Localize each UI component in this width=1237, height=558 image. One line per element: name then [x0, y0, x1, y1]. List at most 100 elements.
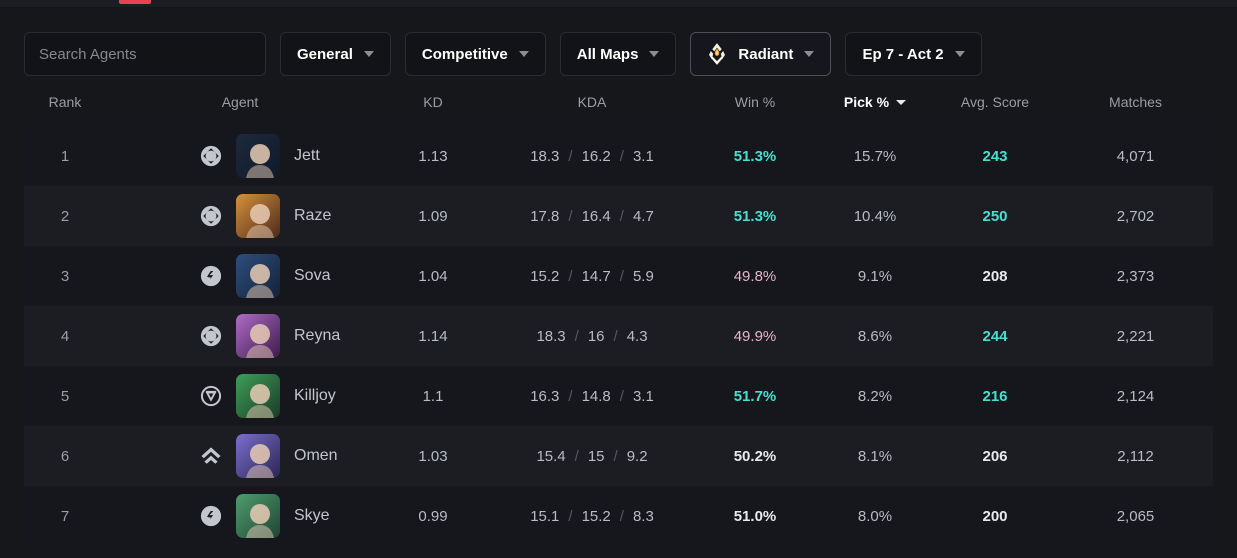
cell-pick-percent: 8.6% [857, 327, 893, 345]
cell-agent[interactable]: Sova [106, 246, 374, 306]
cell-agent[interactable]: Killjoy [106, 366, 374, 426]
column-header-agent[interactable]: Agent [106, 94, 374, 126]
cell-avg-score: 206 [982, 447, 1008, 465]
column-header-label: Pick % [843, 94, 890, 110]
table-header-row: Rank Agent KD KDA Win % Pick % Avg. Score Match… [24, 94, 1213, 126]
cell-kda: 18.3 / 16.2 / 3.1 [492, 126, 692, 186]
duelist-role-icon [200, 145, 222, 167]
filter-dropdown-label: All Maps [576, 45, 639, 63]
kda-kills: 16.3 [530, 387, 560, 405]
sort-desc-caret-icon[interactable] [896, 99, 907, 105]
table-row[interactable]: 1 Jett 1.13 18.3 / 16.2 / 3.1 51.3% 15.7% 243 4,071 [24, 126, 1213, 186]
cell-rank: 7 [60, 507, 70, 525]
table-row[interactable]: 4 Reyna 1.14 18.3 / 16 / 4.3 49.9% 8.6% 244 2,221 [24, 306, 1213, 366]
column-header-label: Matches [1109, 94, 1162, 110]
kda-kills: 18.3 [530, 147, 560, 165]
column-header-kda[interactable]: KDA [492, 94, 692, 126]
cell-pick-percent: 9.1% [857, 267, 893, 285]
kda-separator: / [568, 147, 573, 165]
cell-agent[interactable]: Jett [106, 126, 374, 186]
cell-matches: 2,065 [1116, 507, 1155, 525]
kda-kills: 18.3 [536, 327, 566, 345]
agent-name: Raze [294, 207, 332, 224]
kda-deaths: 14.8 [581, 387, 611, 405]
kda-kills: 17.8 [530, 207, 560, 225]
kda-assists: 4.7 [632, 207, 654, 225]
filter-dropdown-group: General Competitive All Maps Radiant Ep 7 - … [280, 32, 982, 76]
cell-kda: 17.8 / 16.4 / 4.7 [492, 186, 692, 246]
cell-rank: 6 [60, 447, 70, 465]
column-header-matches[interactable]: Matches [1058, 94, 1213, 126]
cell-rank: 5 [60, 387, 70, 405]
cell-matches: 2,221 [1116, 327, 1155, 345]
column-header-label: Win % [734, 94, 776, 110]
search-agents-box[interactable] [24, 32, 266, 76]
duelist-role-icon [200, 325, 222, 347]
column-header-kd[interactable]: KD [374, 94, 492, 126]
cell-kda: 16.3 / 14.8 / 3.1 [492, 366, 692, 426]
cell-rank: 4 [60, 327, 70, 345]
column-header-rank[interactable]: Rank [24, 94, 106, 126]
cell-rank: 3 [60, 267, 70, 285]
cell-avg-score: 208 [982, 267, 1008, 285]
radiant-rank-icon [707, 43, 727, 65]
filter-dropdown-mode-general[interactable]: General [280, 32, 391, 76]
kda-deaths: 15 [587, 447, 605, 465]
kda-separator: / [568, 507, 573, 525]
cell-kd: 0.99 [418, 507, 448, 525]
cell-kd: 1.04 [418, 267, 448, 285]
column-header-pick[interactable]: Pick % [818, 94, 932, 126]
filter-dropdown-act[interactable]: Ep 7 - Act 2 [845, 32, 982, 76]
cell-kd: 1.03 [418, 447, 448, 465]
kda-separator: / [619, 147, 624, 165]
jett-portrait [236, 134, 280, 178]
kda-assists: 8.3 [632, 507, 654, 525]
table-row[interactable]: 7 Skye 0.99 15.1 / 15.2 / 8.3 51.0% 8.0% 200 2,065 [24, 486, 1213, 546]
filter-dropdown-queue[interactable]: Competitive [404, 32, 546, 76]
column-header-score[interactable]: Avg. Score [932, 94, 1058, 126]
cell-agent[interactable]: Reyna [106, 306, 374, 366]
table-row[interactable]: 3 Sova 1.04 15.2 / 14.7 / 5.9 49.8% 9.1% 208 2,373 [24, 246, 1213, 306]
raze-portrait [236, 194, 280, 238]
kda-deaths: 16 [587, 327, 605, 345]
cell-rank: 2 [60, 207, 70, 225]
killjoy-portrait [236, 374, 280, 418]
cell-agent[interactable]: Omen [106, 426, 374, 486]
cell-pick-percent: 10.4% [853, 207, 897, 225]
active-tab-indicator [119, 0, 151, 4]
cell-win-percent: 51.3% [733, 147, 777, 165]
kda-separator: / [568, 267, 573, 285]
table-row[interactable]: 6 Omen 1.03 15.4 / 15 / 9.2 50.2% 8.1% 206 2,112 [24, 426, 1213, 486]
agent-name: Skye [294, 507, 330, 524]
kda-kills: 15.1 [530, 507, 560, 525]
filter-dropdown-maps[interactable]: All Maps [559, 32, 677, 76]
cell-win-percent: 51.7% [733, 387, 777, 405]
chevron-down-icon [954, 51, 965, 57]
kda-separator: / [568, 207, 573, 225]
kda-separator: / [574, 447, 579, 465]
kda-separator: / [619, 387, 624, 405]
cell-win-percent: 49.8% [733, 267, 777, 285]
cell-matches: 2,112 [1117, 447, 1154, 465]
sentinel-role-icon [200, 385, 222, 407]
cell-agent[interactable]: Raze [106, 186, 374, 246]
search-input[interactable] [39, 45, 251, 63]
table-row[interactable]: 5 Killjoy 1.1 16.3 / 14.8 / 3.1 51.7% 8.2% 216 2,12… [24, 366, 1213, 426]
agent-stats-table: Rank Agent KD KDA Win % Pick % Avg. Score Match… [24, 94, 1213, 546]
cell-win-percent: 51.0% [733, 507, 777, 525]
controller-role-icon [200, 445, 222, 467]
chevron-down-icon [804, 51, 815, 57]
cell-agent[interactable]: Skye [106, 486, 374, 546]
sova-portrait [236, 254, 280, 298]
column-header-label: Rank [48, 94, 82, 110]
table-body: 1 Jett 1.13 18.3/16.2/3.1 51.3% 15.7% 243 4,071… [24, 126, 1213, 546]
kda-separator: / [574, 327, 579, 345]
cell-matches: 4,071 [1116, 147, 1155, 165]
filter-dropdown-rank[interactable]: Radiant [690, 32, 832, 76]
cell-kda: 15.4 / 15 / 9.2 [492, 426, 692, 486]
column-header-win[interactable]: Win % [692, 94, 818, 126]
chevron-down-icon [363, 51, 374, 57]
cell-avg-score: 250 [982, 207, 1008, 225]
table-row[interactable]: 2 Raze 1.09 17.8 / 16.4 / 4.7 51.3% 10.4% 250 2,702 [24, 186, 1213, 246]
cell-kda: 15.2 / 14.7 / 5.9 [492, 246, 692, 306]
